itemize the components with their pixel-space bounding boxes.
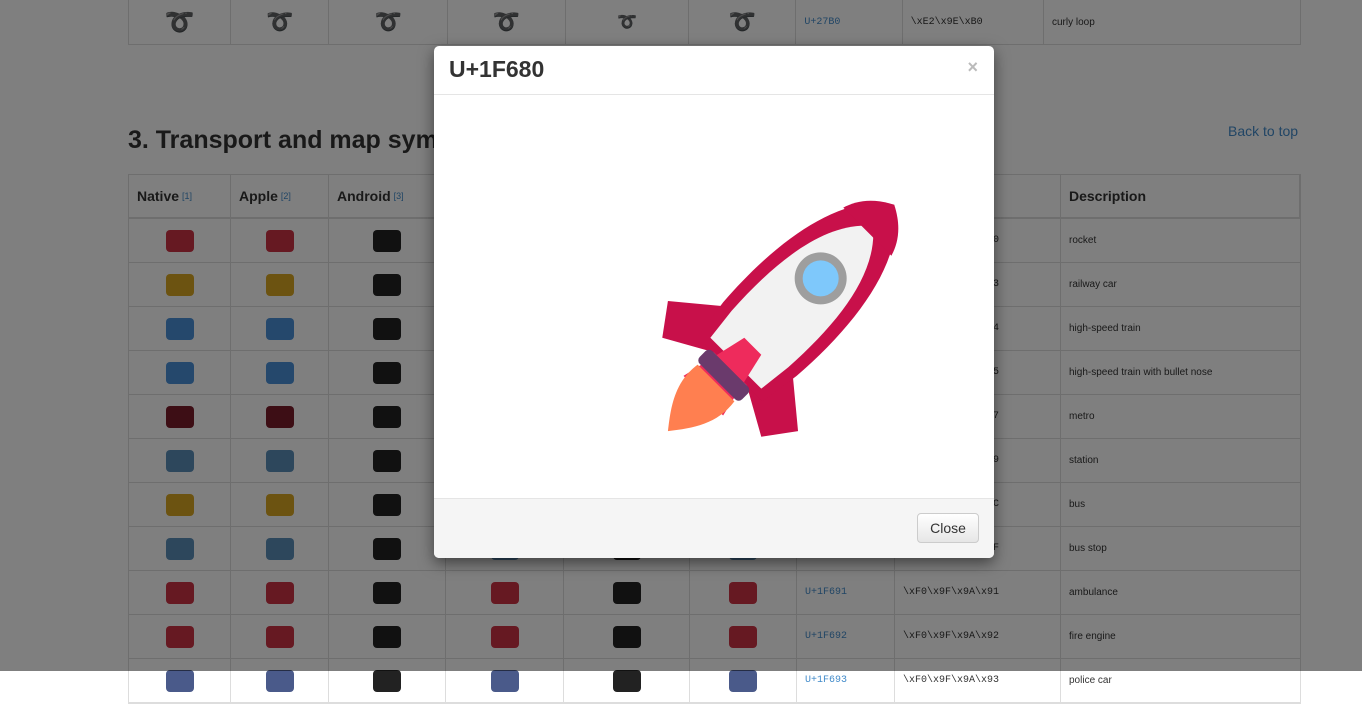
modal-footer: Close	[434, 498, 994, 558]
emoji-image-icon	[265, 669, 294, 692]
modal-body	[434, 95, 994, 498]
page: ➰ ➰ ➰ ➰ ➰ ➰ U+27B0 \xE2\x9E\xB0 curly lo…	[0, 0, 1362, 704]
close-icon[interactable]: ×	[967, 57, 978, 78]
emoji-image-icon	[373, 669, 401, 692]
emoji-image-icon	[165, 669, 194, 692]
modal-title: U+1F680	[449, 56, 545, 82]
emoji-image-icon	[490, 669, 519, 692]
emoji-modal: U+1F680 × Close	[434, 46, 994, 558]
emoji-image-icon	[612, 669, 641, 692]
emoji-image-icon	[729, 669, 757, 692]
close-button[interactable]: Close	[917, 513, 979, 543]
rocket-icon	[662, 200, 899, 437]
modal-header: U+1F680 ×	[434, 46, 994, 95]
